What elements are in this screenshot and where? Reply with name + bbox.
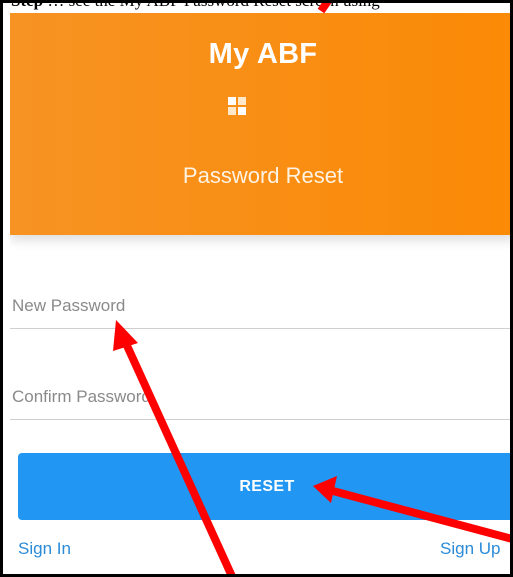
password-reset-panel: My ABF Password Reset RESET Sign In Sign… bbox=[10, 13, 510, 574]
confirm-password-field bbox=[10, 375, 510, 420]
grid-logo-icon bbox=[228, 97, 246, 115]
sign-up-link[interactable]: Sign Up bbox=[440, 539, 500, 559]
caption-step-label: Step bbox=[11, 0, 44, 10]
caption-text: … see the My ABF Password Reset screen u… bbox=[47, 0, 380, 10]
header-banner: My ABF Password Reset bbox=[10, 13, 510, 235]
app-title: My ABF bbox=[208, 38, 318, 70]
screenshot-frame: Step … see the My ABF Password Reset scr… bbox=[0, 0, 513, 577]
sign-in-link[interactable]: Sign In bbox=[18, 539, 71, 559]
new-password-input[interactable] bbox=[10, 284, 510, 328]
confirm-password-input[interactable] bbox=[10, 375, 510, 419]
page-title: Password Reset bbox=[182, 163, 344, 188]
new-password-field bbox=[10, 284, 510, 329]
reset-button[interactable]: RESET bbox=[18, 453, 510, 520]
instruction-caption: Step … see the My ABF Password Reset scr… bbox=[3, 0, 510, 13]
